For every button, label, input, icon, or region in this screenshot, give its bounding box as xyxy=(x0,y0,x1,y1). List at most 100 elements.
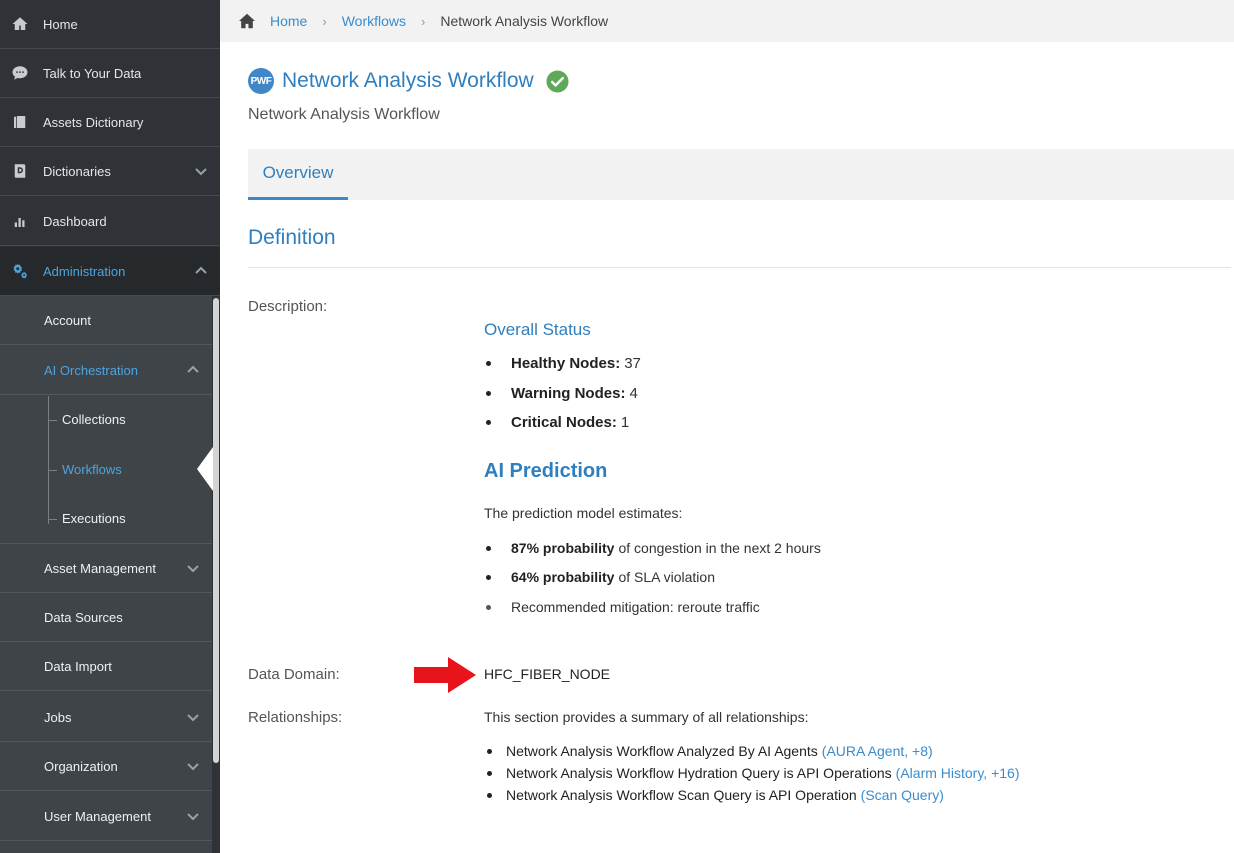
bullet-icon xyxy=(486,604,491,610)
bullet-icon xyxy=(486,361,491,366)
sidebar-item-label: Organization xyxy=(44,758,118,774)
sidebar-item-user-management[interactable]: User Management xyxy=(0,792,212,841)
sidebar-item-label: AI Orchestration xyxy=(44,362,138,378)
breadcrumb-home-link[interactable]: Home xyxy=(270,13,307,29)
sidebar-item-label: Administration xyxy=(43,263,126,279)
sidebar-item-label: Account xyxy=(44,312,91,328)
book-icon xyxy=(10,112,30,132)
prediction-text: of SLA violation xyxy=(618,569,715,585)
sidebar-item-label: Dashboard xyxy=(43,213,107,229)
description-label: Description: xyxy=(248,298,328,315)
divider xyxy=(248,267,1231,268)
status-label: Healthy Nodes: xyxy=(511,355,621,372)
bullet-icon xyxy=(486,420,491,425)
chevron-down-icon[interactable] xyxy=(194,164,208,178)
status-label: Warning Nodes: xyxy=(511,385,626,402)
sidebar-item-data-import[interactable]: Data Import xyxy=(0,642,212,691)
sidebar-item-jobs[interactable]: Jobs xyxy=(0,693,212,742)
dictionary-icon xyxy=(10,161,30,181)
sidebar-item-organization[interactable]: Organization xyxy=(0,742,212,791)
relationships-label: Relationships: xyxy=(248,709,343,726)
sidebar-item-account[interactable]: Account xyxy=(0,296,212,345)
home-icon[interactable] xyxy=(238,13,256,29)
prediction-text: of congestion in the next 2 hours xyxy=(618,540,821,556)
tab-bar: Overview xyxy=(248,149,1234,200)
sidebar-item-label: Executions xyxy=(62,511,126,526)
status-label: Critical Nodes: xyxy=(511,414,617,431)
sidebar-item-executions[interactable]: Executions xyxy=(0,494,212,543)
breadcrumb-workflows-link[interactable]: Workflows xyxy=(342,13,406,29)
sidebar-item-label: Data Sources xyxy=(44,609,123,625)
sidebar-item-assets-dictionary[interactable]: Assets Dictionary xyxy=(0,98,220,147)
page-header: PWF Network Analysis Workflow xyxy=(248,68,569,94)
chevron-down-icon[interactable] xyxy=(186,809,200,823)
sidebar-item-administration[interactable]: Administration xyxy=(0,247,220,296)
relationship-link[interactable]: (AURA Agent, +8) xyxy=(822,743,933,759)
list-item: Recommended mitigation: reroute traffic xyxy=(486,599,760,615)
sidebar-item-label: Asset Management xyxy=(44,560,157,576)
sidebar-item-workflows[interactable]: Workflows xyxy=(0,445,212,494)
sidebar-item-label: Assets Dictionary xyxy=(43,114,144,130)
relationship-link[interactable]: (Alarm History, +16) xyxy=(896,765,1020,781)
sidebar-item-data-sources[interactable]: Data Sources xyxy=(0,593,212,642)
prediction-intro: The prediction model estimates: xyxy=(484,505,683,521)
bullet-icon xyxy=(487,748,492,754)
sidebar-item-label: Collections xyxy=(62,412,126,427)
sidebar-scrollbar-thumb[interactable] xyxy=(213,298,219,763)
sidebar-item-home[interactable]: Home xyxy=(0,0,220,49)
bullet-icon xyxy=(486,391,491,396)
sidebar-item-label: Dictionaries xyxy=(43,163,111,179)
overall-status-heading: Overall Status xyxy=(484,320,591,339)
section-title-definition: Definition xyxy=(248,226,336,249)
list-item: Warning Nodes: 4 xyxy=(486,385,638,402)
relationship-text: Network Analysis Workflow Scan Query is … xyxy=(506,787,857,803)
active-indicator xyxy=(197,447,213,491)
sidebar-item-dictionaries[interactable]: Dictionaries xyxy=(0,147,220,196)
chevron-down-icon[interactable] xyxy=(186,561,200,575)
page-subtitle: Network Analysis Workflow xyxy=(248,106,440,123)
sidebar-item-label: Data Import xyxy=(44,658,112,674)
sidebar-item-collections[interactable]: Collections xyxy=(0,395,212,444)
check-circle-icon xyxy=(546,69,569,93)
gears-icon xyxy=(10,261,30,281)
workflow-type-badge: PWF xyxy=(248,68,274,94)
sidebar-item-label: User Management xyxy=(44,808,151,824)
bullet-icon xyxy=(487,792,492,798)
data-domain-label: Data Domain: xyxy=(248,666,340,683)
sidebar-item-asset-management[interactable]: Asset Management xyxy=(0,544,212,593)
relationship-link[interactable]: (Scan Query) xyxy=(861,787,944,803)
red-arrow-annotation-icon xyxy=(414,657,476,693)
relationship-text: Network Analysis Workflow Analyzed By AI… xyxy=(506,743,818,759)
sidebar-item-label: Home xyxy=(43,16,78,32)
chevron-down-icon[interactable] xyxy=(186,710,200,724)
chevron-down-icon[interactable] xyxy=(186,759,200,773)
relationship-text: Network Analysis Workflow Hydration Quer… xyxy=(506,765,892,781)
sidebar: Home Talk to Your Data Assets Dictionary… xyxy=(0,0,220,853)
page-title: Network Analysis Workflow xyxy=(282,69,534,92)
breadcrumb-current: Network Analysis Workflow xyxy=(440,13,609,29)
bullet-icon xyxy=(487,770,492,776)
prediction-bold: 87% probability xyxy=(511,540,615,556)
sidebar-item-label: Talk to Your Data xyxy=(43,65,142,81)
sidebar-item-label: Workflows xyxy=(62,462,122,477)
prediction-text: Recommended mitigation: reroute traffic xyxy=(511,599,760,615)
list-item: Critical Nodes: 1 xyxy=(486,414,629,431)
data-domain-value: HFC_FIBER_NODE xyxy=(484,666,611,682)
sidebar-item-talk-to-your-data[interactable]: Talk to Your Data xyxy=(0,49,220,98)
home-icon xyxy=(10,14,30,34)
relationship-item: Network Analysis Workflow Scan Query is … xyxy=(487,787,944,803)
sidebar-item-ai-orchestration[interactable]: AI Orchestration xyxy=(0,346,212,395)
sidebar-item-dashboard[interactable]: Dashboard xyxy=(0,197,220,246)
status-value: 1 xyxy=(620,414,630,431)
bullet-icon xyxy=(486,545,491,551)
list-item: 87% probability of congestion in the nex… xyxy=(486,540,821,556)
bullet-icon xyxy=(486,574,491,580)
status-value: 4 xyxy=(629,385,638,402)
relationship-item: Network Analysis Workflow Hydration Quer… xyxy=(487,765,1020,781)
tab-overview[interactable]: Overview xyxy=(248,149,348,200)
chevron-up-icon[interactable] xyxy=(186,363,200,377)
chevron-right-icon: › xyxy=(322,13,327,29)
prediction-bold: 64% probability xyxy=(511,569,615,585)
chevron-up-icon[interactable] xyxy=(194,264,208,278)
relationships-intro: This section provides a summary of all r… xyxy=(484,709,809,725)
